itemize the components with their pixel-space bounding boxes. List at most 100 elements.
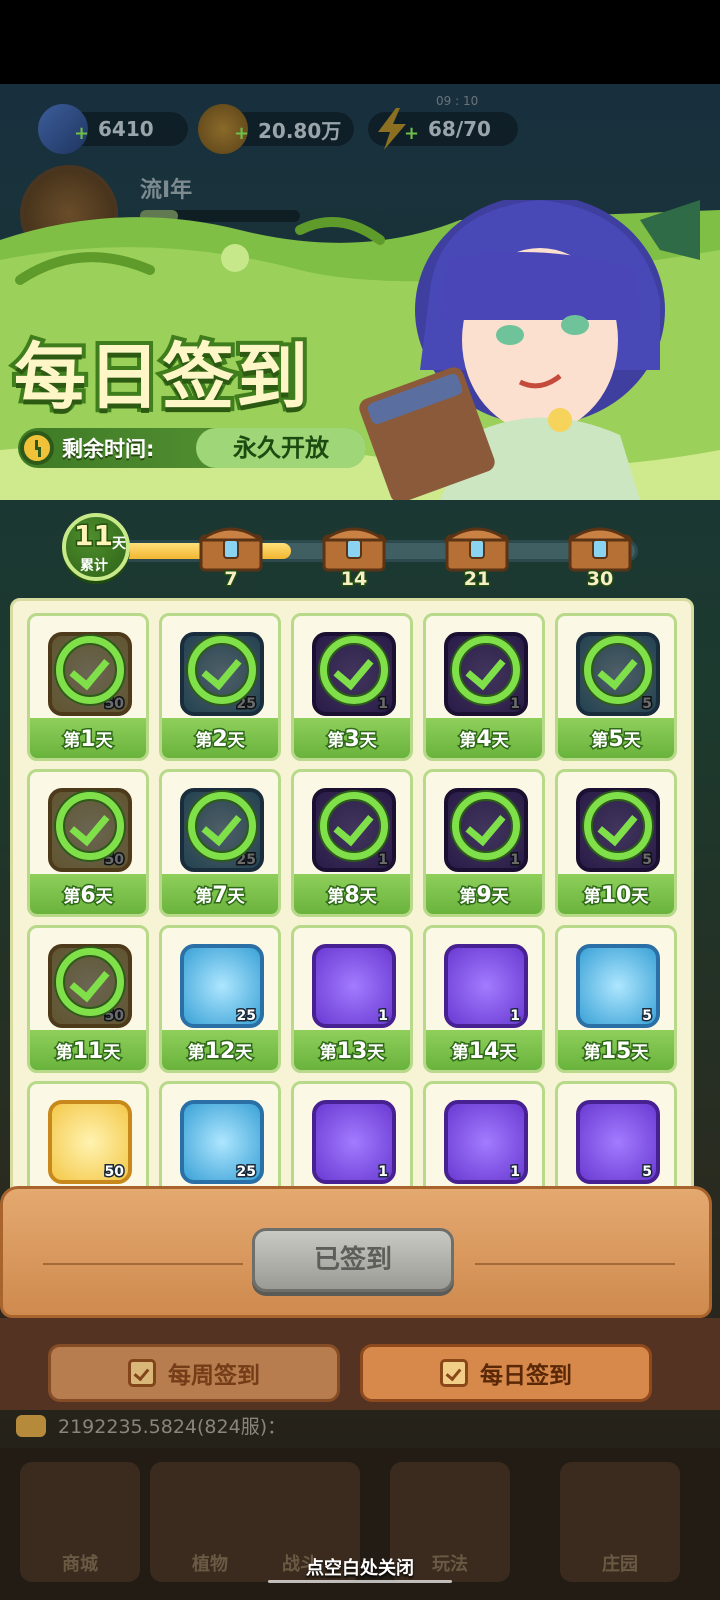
checkmark-icon bbox=[188, 792, 256, 860]
milestone-chest-icon[interactable] bbox=[196, 518, 266, 572]
day-label: 第15天 bbox=[558, 1038, 674, 1066]
checkmark-icon bbox=[188, 636, 256, 704]
coin-counter: + 20.80万 bbox=[198, 104, 354, 154]
reward-item-icon: 50 bbox=[48, 1100, 132, 1184]
page-title: 每日签到 bbox=[10, 331, 312, 423]
milestone-label: 30 bbox=[585, 567, 614, 592]
day-prefix: 第 bbox=[62, 886, 82, 909]
day-suffix: 天 bbox=[498, 1042, 518, 1065]
day-number: 3 bbox=[343, 726, 361, 754]
reward-item-icon: 5 bbox=[576, 1100, 660, 1184]
checkmark-icon bbox=[584, 636, 652, 704]
day-cell[interactable]: 1 第4天 bbox=[423, 613, 545, 761]
day-prefix: 第 bbox=[582, 886, 602, 909]
day-label: 第13天 bbox=[294, 1038, 410, 1066]
day-cell[interactable]: 50 第6天 bbox=[27, 769, 149, 917]
day-cell[interactable]: 5 第10天 bbox=[555, 769, 677, 917]
energy-count: 68/70 bbox=[428, 117, 491, 141]
clock-icon bbox=[20, 431, 54, 465]
day-cell[interactable]: 25 第12天 bbox=[159, 925, 281, 1073]
reward-item-icon: 25 bbox=[180, 944, 264, 1028]
milestone-label: 7 bbox=[223, 567, 239, 592]
energy-counter: + 68/70 bbox=[368, 108, 518, 150]
calendar-panel: 50 第1天 25 第2天 1 第3天 1 第4天 5 第5天 50 第6天 25 第7天 1 第8天 1 第9天… bbox=[10, 598, 694, 1210]
day-label: 第4天 bbox=[426, 726, 542, 754]
day-number: 1 bbox=[79, 726, 97, 754]
day-cell[interactable]: 5 第5天 bbox=[555, 613, 677, 761]
milestone-chest-icon[interactable] bbox=[442, 518, 512, 572]
tab-weekly-label: 每周签到 bbox=[168, 1363, 260, 1389]
day-label: 第7天 bbox=[162, 882, 278, 910]
day-suffix: 天 bbox=[366, 1042, 386, 1065]
reward-quantity: 1 bbox=[377, 1163, 390, 1182]
day-cell[interactable]: 25 第7天 bbox=[159, 769, 281, 917]
gem-counter: + 6410 bbox=[38, 104, 188, 154]
day-cell[interactable]: 50 第11天 bbox=[27, 925, 149, 1073]
day-prefix: 第 bbox=[458, 730, 478, 753]
day-label: 第10天 bbox=[558, 882, 674, 910]
day-cell[interactable]: 1 第3天 bbox=[291, 613, 413, 761]
divider bbox=[475, 1263, 675, 1265]
screen[interactable]: + 6410 + 20.80万 + 68/70 09 : 10 流I年 每日签到… bbox=[0, 0, 720, 1600]
reward-quantity: 1 bbox=[377, 1007, 390, 1026]
reward-quantity: 5 bbox=[641, 1007, 654, 1026]
milestone-chest-icon[interactable] bbox=[319, 518, 389, 572]
reward-quantity: 1 bbox=[509, 1007, 522, 1026]
day-prefix: 第 bbox=[318, 1042, 338, 1065]
day-cell[interactable]: 1 第13天 bbox=[291, 925, 413, 1073]
day-cell[interactable]: 1 第9天 bbox=[423, 769, 545, 917]
chat-text: 2192235.5824(824服)： bbox=[58, 1416, 287, 1438]
milestone-chest-icon[interactable] bbox=[565, 518, 635, 572]
reward-quantity: 1 bbox=[509, 1163, 522, 1182]
day-suffix: 天 bbox=[234, 1042, 254, 1065]
day-number: 15 bbox=[599, 1038, 633, 1066]
cumulative-label: 累计 bbox=[80, 558, 108, 574]
day-label: 第1天 bbox=[30, 726, 146, 754]
close-hint[interactable]: 点空白处关闭 bbox=[0, 1554, 720, 1580]
reward-quantity: 1 bbox=[377, 695, 390, 714]
remaining-time-pill: 剩余时间: 永久开放 bbox=[18, 428, 366, 468]
tab-weekly-signin[interactable]: 每周签到 bbox=[48, 1344, 340, 1402]
day-label: 第3天 bbox=[294, 726, 410, 754]
cumulative-days: 11 bbox=[73, 518, 115, 554]
day-label: 第9天 bbox=[426, 882, 542, 910]
milestone-label: 14 bbox=[339, 567, 368, 592]
divider bbox=[43, 1263, 243, 1265]
day-suffix: 天 bbox=[358, 730, 378, 753]
day-number: 13 bbox=[335, 1038, 369, 1066]
signed-button[interactable]: 已签到 bbox=[252, 1228, 454, 1292]
day-label: 第2天 bbox=[162, 726, 278, 754]
checkmark-icon bbox=[56, 792, 124, 860]
checkmark-icon bbox=[56, 948, 124, 1016]
day-prefix: 第 bbox=[62, 730, 82, 753]
chat-bar[interactable]: 2192235.5824(824服)： bbox=[16, 1412, 286, 1439]
day-suffix: 天 bbox=[490, 730, 510, 753]
day-cell[interactable]: 50 第1天 bbox=[27, 613, 149, 761]
day-cell[interactable]: 5 第15天 bbox=[555, 925, 677, 1073]
day-suffix: 天 bbox=[94, 886, 114, 909]
reward-quantity: 5 bbox=[641, 695, 654, 714]
reward-quantity: 25 bbox=[235, 1007, 258, 1026]
reward-quantity: 5 bbox=[641, 1163, 654, 1182]
day-prefix: 第 bbox=[326, 730, 346, 753]
close-hint-underline bbox=[268, 1580, 452, 1583]
day-cell[interactable]: 1 第8天 bbox=[291, 769, 413, 917]
day-suffix: 天 bbox=[358, 886, 378, 909]
reward-item-icon: 5 bbox=[576, 944, 660, 1028]
day-cell[interactable]: 1 第14天 bbox=[423, 925, 545, 1073]
day-label: 第12天 bbox=[162, 1038, 278, 1066]
reward-quantity: 1 bbox=[509, 695, 522, 714]
reward-quantity: 1 bbox=[377, 851, 390, 870]
day-prefix: 第 bbox=[194, 730, 214, 753]
tab-daily-signin[interactable]: 每日签到 bbox=[360, 1344, 652, 1402]
day-suffix: 天 bbox=[622, 730, 642, 753]
gem-count: 6410 bbox=[98, 117, 154, 141]
day-number: 4 bbox=[475, 726, 493, 754]
coin-count: 20.80万 bbox=[258, 118, 342, 143]
checkmark-icon bbox=[452, 792, 520, 860]
day-cell[interactable]: 25 第2天 bbox=[159, 613, 281, 761]
reward-item-icon: 1 bbox=[312, 1100, 396, 1184]
day-suffix: 天 bbox=[226, 886, 246, 909]
day-label: 第6天 bbox=[30, 882, 146, 910]
status-bar bbox=[0, 0, 720, 84]
